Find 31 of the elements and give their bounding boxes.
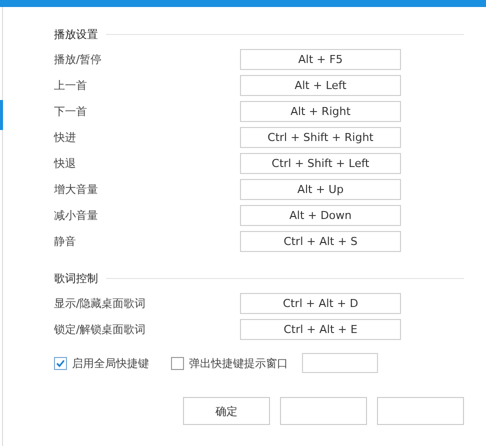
shortcut-label: 显示/隐藏桌面歌词 — [54, 296, 147, 310]
shortcut-label: 快进 — [54, 130, 77, 144]
shortcut-field[interactable]: Alt + Up — [240, 178, 401, 200]
shortcut-field[interactable]: Ctrl + Alt + S — [240, 230, 401, 252]
shortcut-field[interactable]: Alt + Right — [240, 100, 401, 122]
shortcut-label: 减小音量 — [54, 208, 99, 222]
checkbox[interactable] — [54, 356, 67, 370]
shortcut-label: 下一首 — [54, 104, 88, 118]
shortcut-label: 静音 — [54, 234, 77, 248]
shortcut-label: 锁定/解锁桌面歌词 — [54, 322, 147, 336]
shortcut-field[interactable]: Ctrl + Shift + Left — [240, 152, 401, 174]
dialog-button[interactable] — [280, 397, 367, 425]
shortcut-label: 增大音量 — [54, 182, 99, 196]
confirm-button[interactable]: 确定 — [183, 397, 270, 425]
shortcut-label: 上一首 — [54, 78, 88, 92]
shortcut-field[interactable]: Ctrl + Alt + D — [240, 292, 401, 314]
section-heading: 歌词控制 — [54, 270, 98, 286]
section-heading: 播放设置 — [54, 26, 98, 42]
shortcut-field[interactable]: Ctrl + Shift + Right — [240, 126, 401, 148]
checkbox[interactable] — [171, 356, 184, 370]
checkbox-option[interactable]: 弹出快捷键提示窗口 — [171, 356, 288, 370]
shortcut-field[interactable]: Alt + Left — [240, 74, 401, 96]
checkbox-option[interactable]: 启用全局快捷键 — [54, 356, 149, 370]
shortcut-field[interactable]: Ctrl + Alt + E — [240, 318, 401, 340]
shortcut-field[interactable]: Alt + F5 — [240, 48, 401, 70]
shortcut-label: 播放/暂停 — [54, 52, 103, 66]
shortcut-label: 快退 — [54, 156, 77, 170]
dialog-button[interactable] — [377, 397, 464, 425]
input-field[interactable] — [302, 353, 378, 373]
shortcut-field[interactable]: Alt + Down — [240, 204, 401, 226]
side-tab-marker — [0, 100, 3, 130]
